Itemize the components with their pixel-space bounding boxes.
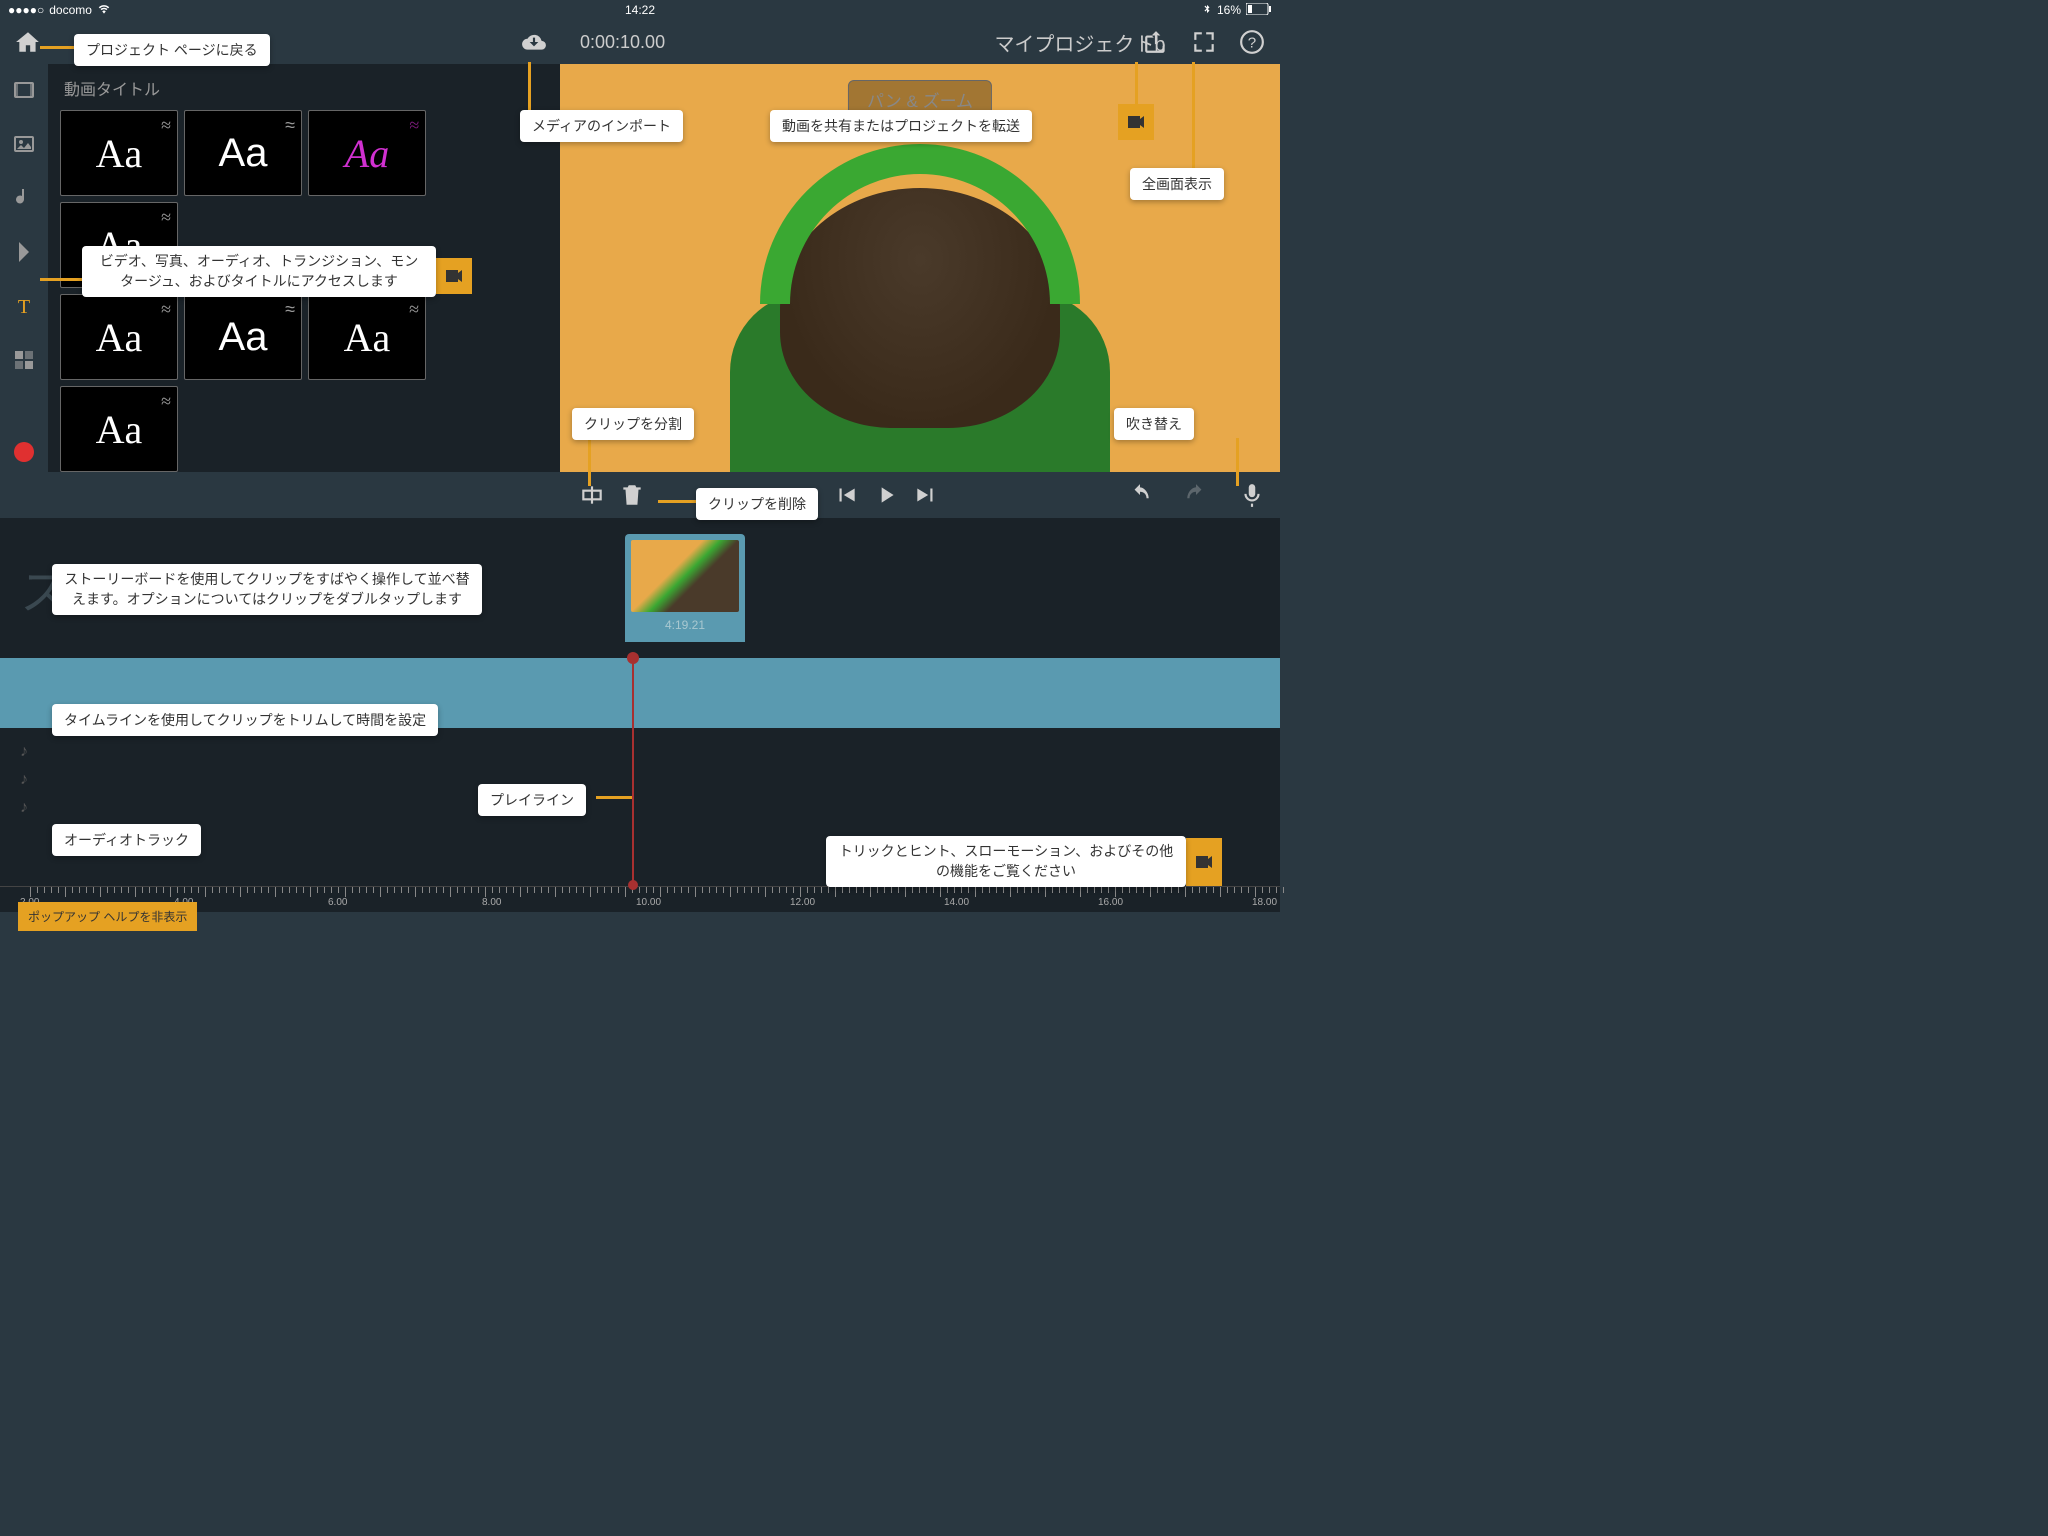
tooltip-share: 動画を共有またはプロジェクトを転送 [770,110,1032,142]
svg-text:?: ? [1248,34,1256,51]
tooltip-import: メディアのインポート [520,110,683,142]
ruler-label: 8.00 [482,897,501,908]
redo-icon[interactable] [1178,477,1214,513]
montage-tab-icon[interactable] [8,344,40,376]
help-icon[interactable]: ? [1234,24,1270,60]
title-preset[interactable]: ≈Aa [184,110,302,196]
share-icon[interactable] [1138,24,1174,60]
svg-text:T: T [18,296,30,318]
tooltip-media-access: ビデオ、写真、オーディオ、トランジション、モンタージュ、およびタイトルにアクセス… [82,246,436,297]
home-icon[interactable] [10,24,46,60]
camera-badge-2 [436,258,472,294]
video-tab-icon[interactable] [8,74,40,106]
tooltip-storyboard: ストーリーボードを使用してクリップをすばやく操作して並べ替えます。オプションにつ… [52,564,482,615]
ruler-label: 12.00 [790,897,815,908]
fullscreen-icon[interactable] [1186,24,1222,60]
split-clip-icon[interactable] [574,477,610,513]
title-preset[interactable]: ≈Aa [60,386,178,472]
tooltip-back: プロジェクト ページに戻る [74,34,270,66]
clip-thumbnail[interactable]: 4:19.21 [625,534,745,642]
tooltip-fullscreen: 全画面表示 [1130,168,1224,200]
clock: 14:22 [625,3,655,17]
voiceover-icon[interactable] [1234,477,1270,513]
clip-duration: 4:19.21 [631,612,739,632]
audio-track-1[interactable]: ♪ [20,738,1260,766]
hide-help-button[interactable]: ポップアップ ヘルプを非表示 [18,902,197,931]
tooltip-split: クリップを分割 [572,408,694,440]
tooltip-delete: クリップを削除 [696,488,818,520]
title-tab-icon[interactable]: T [8,290,40,322]
tooltip-audiotrack: オーディオトラック [52,824,201,856]
audio-track-3[interactable]: ♪ [20,794,1260,822]
tooltip-tricks: トリックとヒント、スローモーション、およびその他の機能をご覧ください [826,836,1186,887]
audio-track-2[interactable]: ♪ [20,766,1260,794]
playback-bar [0,472,1280,518]
title-preset[interactable]: ≈Aa [184,294,302,380]
tooltip-timeline: タイムラインを使用してクリップをトリムして時間を設定 [52,704,438,736]
tooltip-playline: プレイライン [478,784,586,816]
play-icon[interactable] [868,477,904,513]
ruler-label: 16.00 [1098,897,1123,908]
camera-badge-3 [1186,838,1222,886]
playhead[interactable] [632,658,634,728]
prev-clip-icon[interactable] [828,477,864,513]
record-button[interactable] [14,442,34,462]
ruler-label: 18.00 [1252,897,1277,908]
timecode-display: 0:00:10.00 [580,32,665,53]
signal-dots: ●●●●○ [8,3,44,17]
title-preset[interactable]: ≈Aa [60,110,178,196]
status-bar: ●●●●○ docomo 14:22 16% [0,0,1280,20]
delete-clip-icon[interactable] [614,477,650,513]
ruler-label: 10.00 [636,897,661,908]
transition-tab-icon[interactable] [8,236,40,268]
tooltip-dubbing: 吹き替え [1114,408,1194,440]
undo-icon[interactable] [1122,477,1158,513]
cloud-import-icon[interactable] [516,24,552,60]
carrier-label: docomo [49,3,92,17]
title-preset[interactable]: ≈Aa [308,110,426,196]
title-preset[interactable]: ≈Aa [60,294,178,380]
title-preset[interactable]: ≈Aa [308,294,426,380]
audio-tab-icon[interactable] [8,182,40,214]
next-clip-icon[interactable] [908,477,944,513]
battery-icon [1246,3,1272,18]
wifi-icon [97,2,111,19]
ruler-label: 6.00 [328,897,347,908]
bluetooth-icon [1202,2,1212,19]
battery-percent: 16% [1217,3,1241,17]
section-header-1: 動画タイトル [56,72,552,110]
camera-badge-1 [1118,104,1154,140]
ruler-label: 14.00 [944,897,969,908]
left-sidebar: T [0,64,48,472]
photo-tab-icon[interactable] [8,128,40,160]
